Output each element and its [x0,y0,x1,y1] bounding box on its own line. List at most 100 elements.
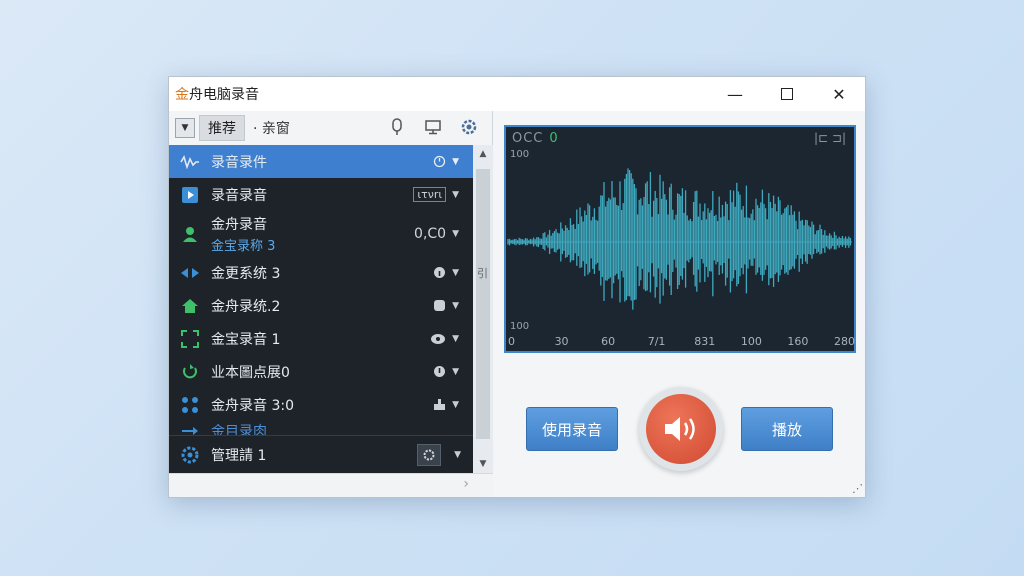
list-item-label: 金舟录统.2 [211,298,281,315]
maximize-button[interactable] [761,77,813,111]
x-axis-tick-label: 7/1 [647,335,666,348]
minimize-icon: — [727,84,743,104]
x-axis-tick-label: 160 [787,335,809,348]
list-item[interactable]: 金宝录音 1 ▼ [169,322,473,355]
title-accent: 金 [175,87,189,103]
list-item[interactable]: 金更系统 3 ▼ [169,256,473,289]
source-list: 录音录件 ▼ 录音录音 ιτνrι ▼ 金舟录音金宝录称 3 0,C0 ▼ 金更系统… [169,145,473,435]
x-axis-tick-label: 30 [554,335,569,348]
chevron-down-icon[interactable]: ▼ [452,268,459,278]
waveform-header: OCC 0 [512,131,559,146]
list-item-label: 金更系统 3 [211,265,281,282]
list-item[interactable]: 金舟录音 3:0 ▼ [169,388,473,421]
waveform-display[interactable]: OCC 0 |⊏ ⊐| 100 100 0 30 60 7/1 831 100 160 280 [504,125,856,353]
frame-icon [179,329,201,348]
chevron-down-icon[interactable]: ▼ [452,400,459,410]
scrollbar-thumb[interactable] [476,169,490,439]
x-axis-tick-label: 100 [740,335,762,348]
minimize-button[interactable]: — [709,77,761,111]
scroll-up-icon[interactable]: ▲ [473,145,493,163]
status-bar: › [169,473,493,497]
list-item[interactable]: 录音录音 ιτνrι ▼ [169,178,473,211]
chevron-down-icon[interactable]: ▼ [452,229,459,239]
chevron-down-icon[interactable]: ▼ [452,367,459,377]
play-button[interactable]: 播放 [741,407,833,451]
list-item[interactable]: 录音录件 ▼ [169,145,473,178]
close-icon: ✕ [832,84,846,104]
code-arrows-icon [179,266,201,280]
gear-icon [423,449,435,460]
waveform-icon [179,154,201,169]
chevron-down-icon[interactable]: ▼ [452,301,459,311]
user-icon [179,225,201,243]
rotate-icon [179,363,201,381]
upload-icon [434,399,446,410]
settings-gear-button[interactable] [417,443,441,466]
grid-dots-icon [179,396,201,414]
clock-icon [433,155,446,168]
scroll-mark: 引 [477,267,488,280]
scroll-down-icon[interactable]: ▼ [473,455,493,473]
chevron-down-icon[interactable]: ▼ [452,334,459,344]
chevron-down-icon[interactable]: ▼ [454,450,461,460]
x-axis-labels: 0 30 60 7/1 831 100 160 280 [506,335,855,349]
play-icon [179,186,201,204]
list-item-label: 录音录件 [211,154,267,171]
chevron-down-icon[interactable]: ▼ [452,157,459,167]
gear-icon [461,119,477,135]
settings-button[interactable] [460,118,478,136]
x-axis-tick-label: 0 [508,335,515,348]
status-badge: ιτνrι [413,187,447,202]
title-text: 舟电脑录音 [189,87,259,103]
title-bar: 金舟电脑录音 — ✕ [169,77,865,111]
tab-other[interactable]: · 亲窗 [253,118,290,138]
list-item-label: 金目录肉 [211,424,267,435]
info-icon [434,366,446,377]
list-item-label: 金宝录音 1 [211,331,281,348]
list-item[interactable]: 金舟录音金宝录称 3 0,C0 ▼ [169,211,473,256]
waveform-header-text: OCC [512,131,544,146]
list-item-label: 金舟录音 3:0 [211,397,294,414]
chevron-right-icon[interactable]: › [463,476,469,492]
settings-label: 管理請 1 [211,447,267,464]
list-item-label: 金舟录音 [211,216,267,233]
speaker-icon [646,394,716,464]
use-recording-button[interactable]: 使用录音 [526,407,618,451]
bluetooth-icon [434,300,446,311]
gear-icon [179,445,201,465]
list-item[interactable]: 业本圖点展0 ▼ [169,355,473,388]
left-panel: ▼ 推荐 · 亲窗 录音录件 ▼ 录音录音 ιτνrι ▼ 金舟录音 金宝录称 … [169,111,493,497]
maximize-icon [781,88,793,100]
list-item-label: 录音录音 [211,187,267,204]
home-icon [179,298,201,314]
resize-grip-icon[interactable]: ⋰ [852,482,863,495]
close-button[interactable]: ✕ [813,77,865,111]
list-item-sublabel: 金宝录称 3 [211,238,276,254]
microphone-icon [392,118,402,135]
x-axis-tick-label: 60 [601,335,616,348]
chevron-down-icon[interactable]: ▼ [452,190,459,200]
microphone-button[interactable] [388,118,406,136]
toolbar: ▼ 推荐 · 亲窗 [169,111,492,145]
dropdown-button[interactable]: ▼ [175,118,195,138]
record-button[interactable] [639,387,723,471]
waveform-header-value: 0 [549,131,559,146]
right-panel: OCC 0 |⊏ ⊐| 100 100 0 30 60 7/1 831 100 160 280 … [494,111,865,497]
x-axis-tick-label: 280 [834,335,855,348]
waveform-graph [507,168,852,310]
window-title: 金舟电脑录音 [175,84,259,104]
tab-recommend[interactable]: 推荐 [199,115,245,141]
list-item-label: 业本圖点展0 [211,364,290,381]
screen-button[interactable] [424,118,442,136]
chevron-down-icon: ▼ [181,123,189,133]
waveform-controls[interactable]: |⊏ ⊐| [814,131,846,145]
info-icon [434,267,446,278]
eye-icon [431,333,446,344]
list-item[interactable]: 金目录肉 [169,421,473,435]
x-axis-tick-label: 831 [694,335,716,348]
scrollbar[interactable]: ▲ 引 ▼ [473,145,493,473]
settings-row[interactable]: 管理請 1 ▼ [169,435,473,473]
app-window: 金舟电脑录音 — ✕ ▼ 推荐 · 亲窗 录音录件 ▼ 录音录音 ιτνrι ▼… [168,76,866,498]
list-item-value: 0,C0 [414,225,447,242]
list-item[interactable]: 金舟录统.2 ▼ [169,289,473,322]
